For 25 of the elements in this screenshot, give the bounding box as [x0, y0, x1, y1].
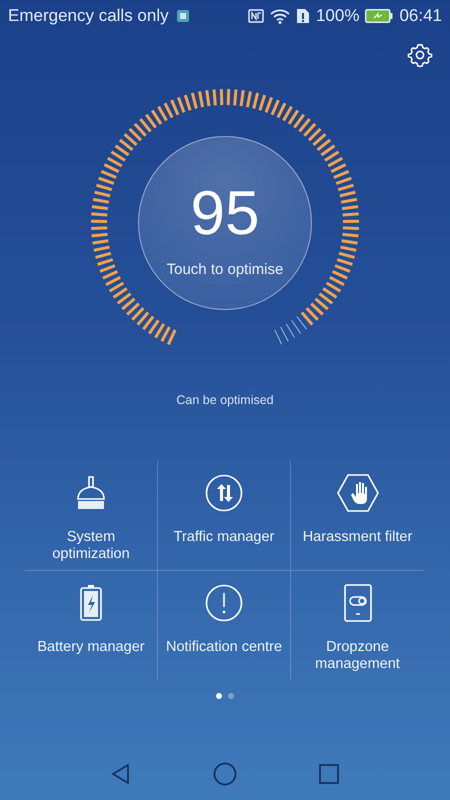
brush-icon: [74, 475, 108, 511]
wifi-icon: [270, 8, 290, 24]
tool-tile[interactable]: Harassment filter: [291, 461, 424, 571]
nfc-icon: [248, 9, 264, 23]
optimise-button[interactable]: 95 Touch to optimise: [138, 136, 312, 310]
hand-stop-icon: [336, 474, 378, 512]
tool-tile[interactable]: Notification centre: [158, 571, 291, 681]
carrier-text: Emergency calls only: [8, 6, 169, 26]
battery-charging-icon: [365, 9, 394, 23]
battery-percent: 100%: [316, 6, 360, 26]
home-button[interactable]: [210, 760, 239, 788]
tool-tile[interactable]: Dropzone management: [291, 571, 424, 681]
exclamation-circle-icon: [205, 584, 243, 622]
tool-tile[interactable]: System optimization: [25, 461, 158, 571]
gauge-track: [274, 316, 308, 345]
settings-button[interactable]: [407, 42, 433, 68]
up-down-arrows-icon: [205, 474, 243, 512]
tool-tile[interactable]: Battery manager: [25, 571, 158, 681]
status-text: Can be optimised: [176, 393, 274, 407]
sim-alert-icon: [296, 8, 310, 24]
image-notification-icon: [176, 10, 189, 22]
clock: 06:41: [399, 6, 442, 26]
battery-bolt-icon: [79, 584, 103, 622]
tool-tile[interactable]: Traffic manager: [158, 461, 291, 571]
phone-toggle-icon: [344, 584, 372, 622]
